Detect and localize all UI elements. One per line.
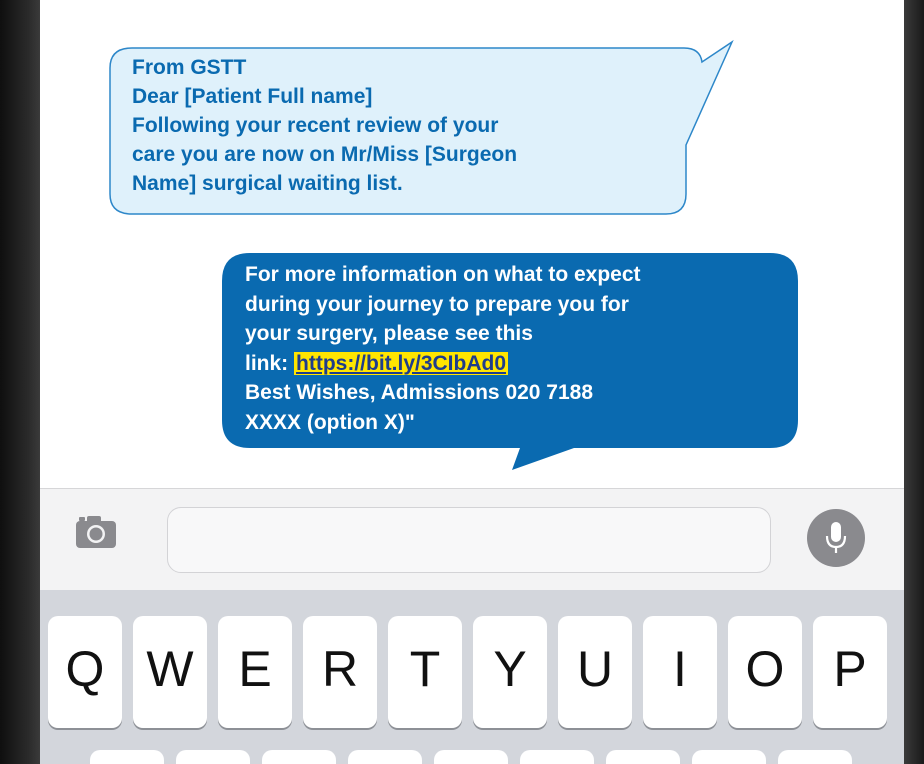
incoming-message-text: From GSTT Dear [Patient Full name] Follo… <box>132 53 692 198</box>
key-y[interactable]: Y <box>473 616 547 728</box>
key-p[interactable]: P <box>813 616 887 728</box>
message-input-bar <box>40 488 904 591</box>
message-line: care you are now on Mr/Miss [Surgeon <box>132 143 518 166</box>
key-blank[interactable] <box>778 750 852 764</box>
key-blank[interactable] <box>262 750 336 764</box>
message-line: Following your recent review of your <box>132 114 499 137</box>
key-i[interactable]: I <box>643 616 717 728</box>
key-u[interactable]: U <box>558 616 632 728</box>
message-line: during your journey to prepare you for <box>245 292 629 316</box>
key-blank[interactable] <box>434 750 508 764</box>
microphone-button[interactable] <box>807 509 865 567</box>
key-blank[interactable] <box>176 750 250 764</box>
phone-bezel-left <box>0 0 40 764</box>
key-o[interactable]: O <box>728 616 802 728</box>
keyboard-row-1: Q W E R T Y U I O P <box>48 616 898 728</box>
message-link[interactable]: https://bit.ly/3CIbAd0 <box>294 351 509 375</box>
key-blank[interactable] <box>90 750 164 764</box>
outgoing-message-text: For more information on what to expect d… <box>245 260 805 437</box>
microphone-icon <box>825 522 847 553</box>
message-line: XXXX (option X)" <box>245 410 415 434</box>
message-line: your surgery, please see this <box>245 322 533 345</box>
key-blank[interactable] <box>692 750 766 764</box>
message-input[interactable] <box>167 507 771 573</box>
message-line: Name] surgical waiting list. <box>132 172 403 195</box>
camera-icon[interactable] <box>74 513 118 549</box>
key-r[interactable]: R <box>303 616 377 728</box>
link-prefix: link: <box>245 351 295 375</box>
phone-screen: From GSTT Dear [Patient Full name] Follo… <box>40 0 904 764</box>
key-q[interactable]: Q <box>48 616 122 728</box>
key-e[interactable]: E <box>218 616 292 728</box>
message-line: Best Wishes, Admissions 020 7188 <box>245 381 594 404</box>
phone-bezel-right <box>904 0 924 764</box>
key-blank[interactable] <box>348 750 422 764</box>
keyboard-row-2 <box>90 750 870 764</box>
message-line: For more information on what to expect <box>245 263 641 286</box>
message-link-line: link: https://bit.ly/3CIbAd0 <box>245 349 805 379</box>
key-t[interactable]: T <box>388 616 462 728</box>
keyboard: Q W E R T Y U I O P <box>40 590 904 764</box>
key-w[interactable]: W <box>133 616 207 728</box>
key-blank[interactable] <box>520 750 594 764</box>
message-line: From GSTT <box>132 56 247 79</box>
message-line: Dear [Patient Full name] <box>132 85 373 108</box>
key-blank[interactable] <box>606 750 680 764</box>
